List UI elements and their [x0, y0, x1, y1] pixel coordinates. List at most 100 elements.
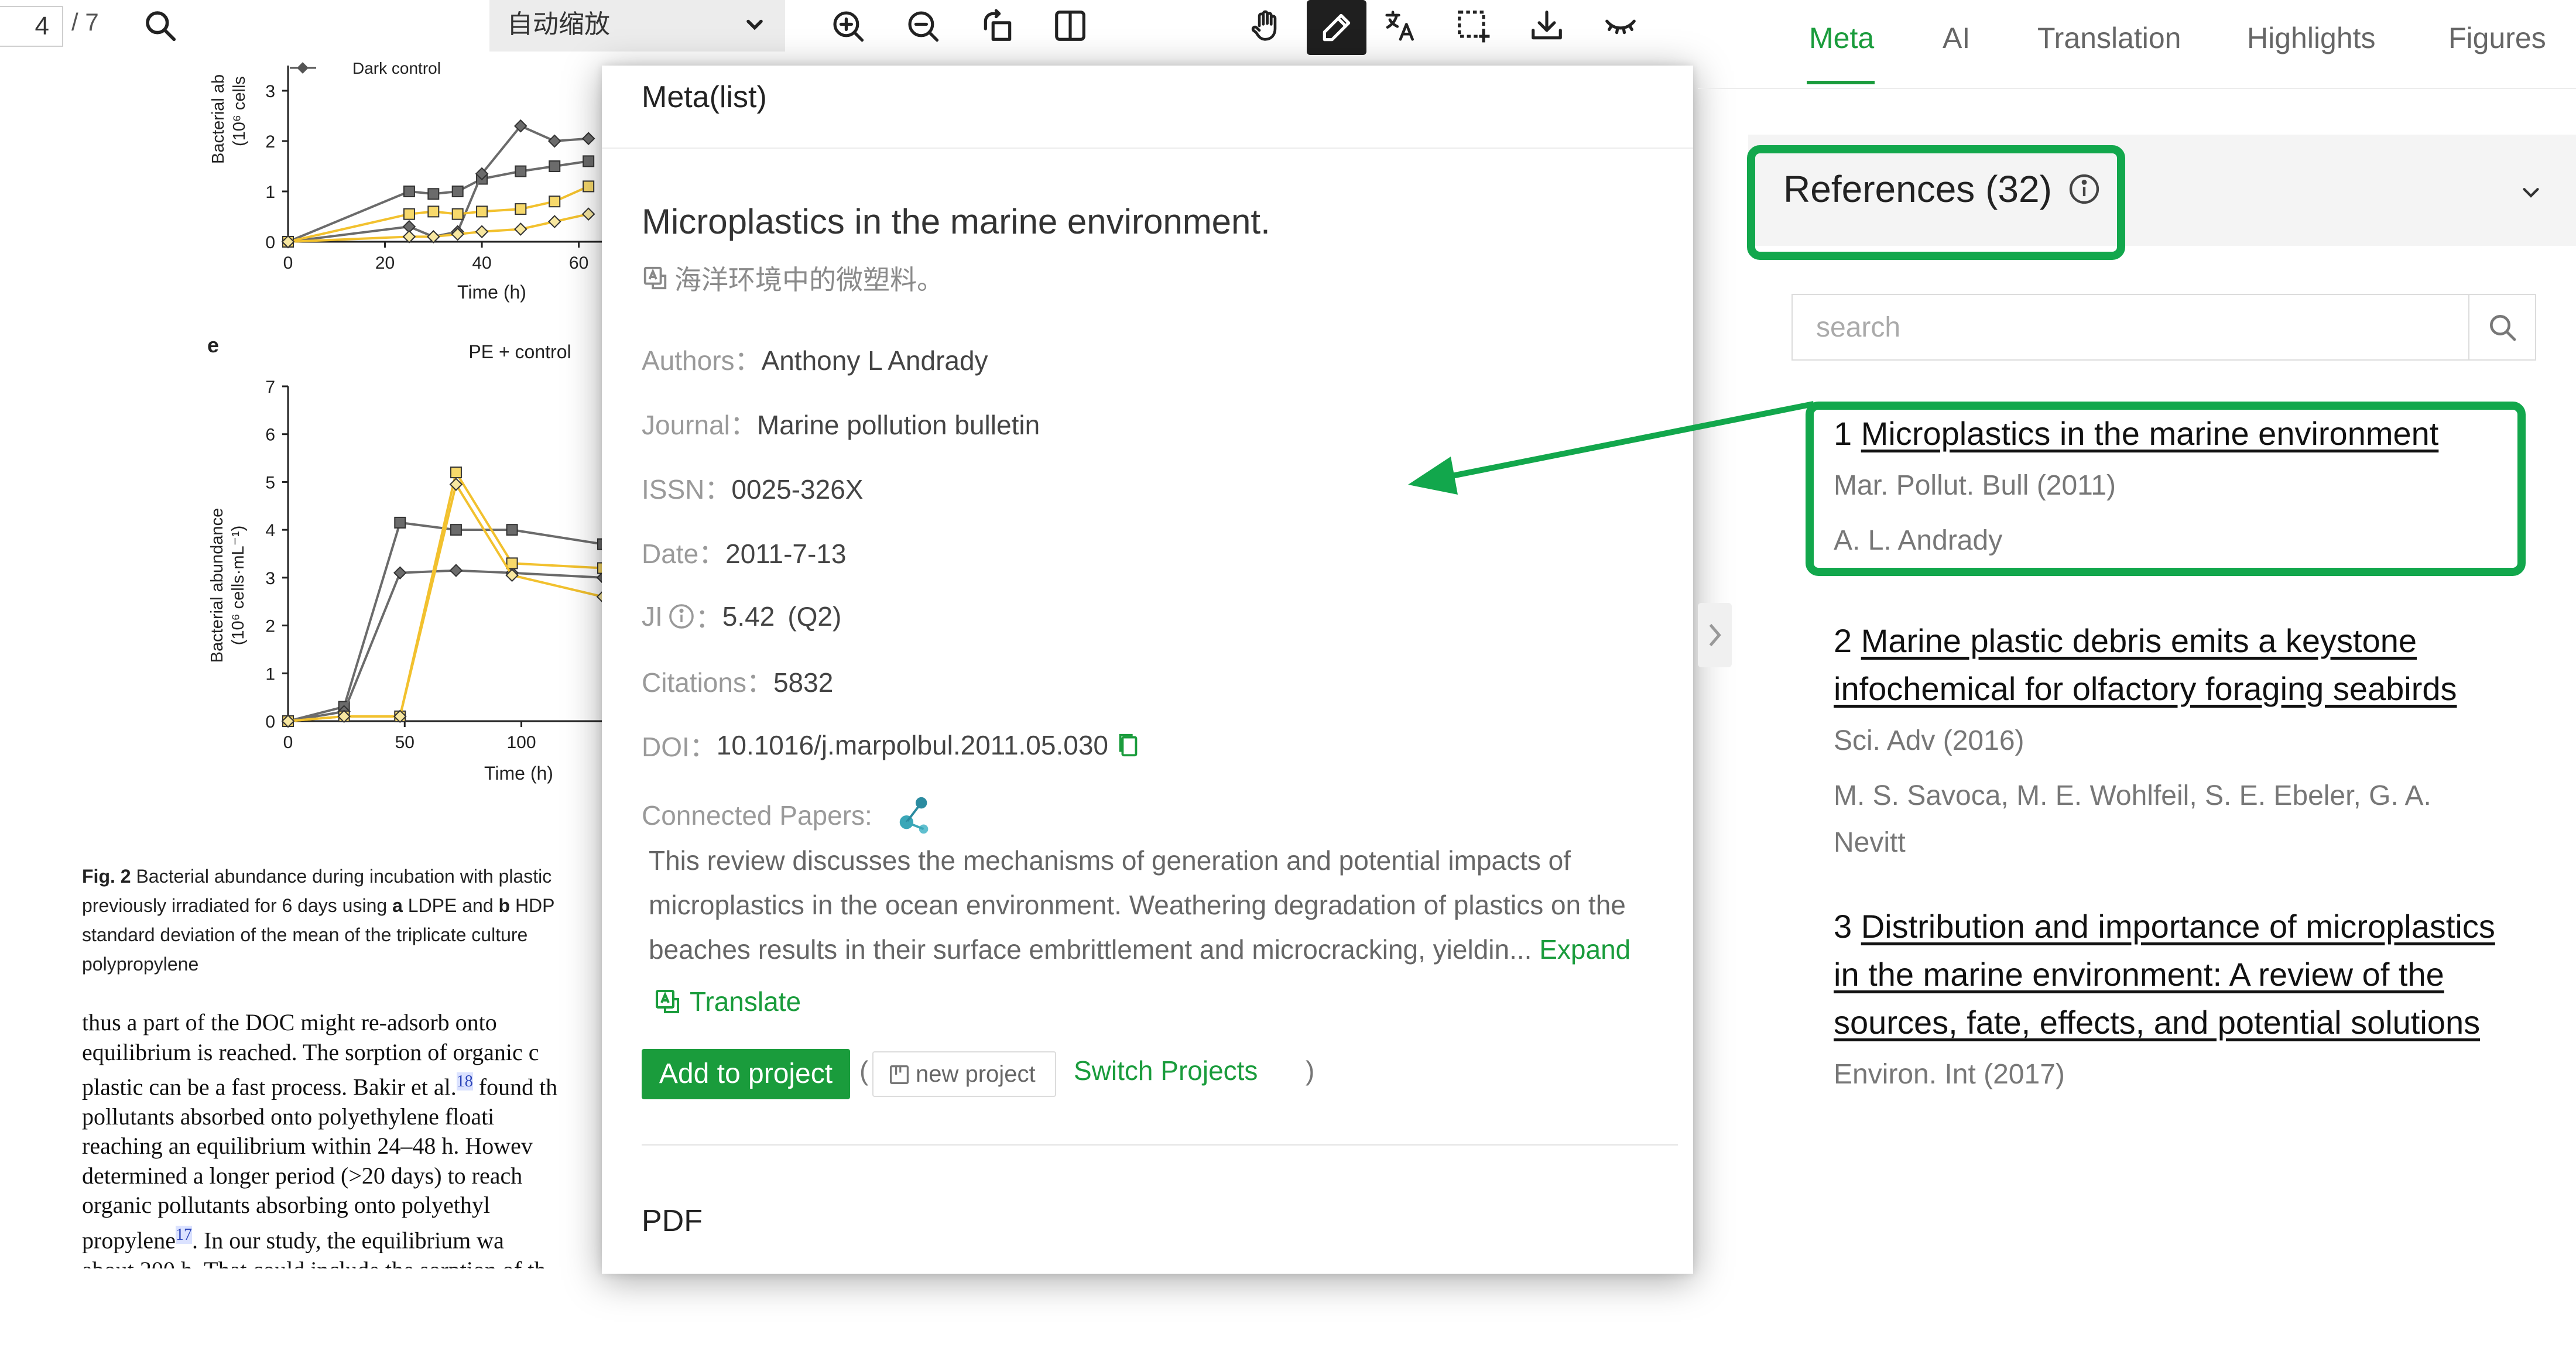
data-point: [449, 564, 463, 577]
x-tick-label: 100: [506, 733, 536, 752]
add-to-project-button[interactable]: Add to project: [642, 1049, 850, 1099]
abstract-text: This review discusses the mechanisms of …: [649, 845, 1626, 965]
active-tab-indicator: [1807, 81, 1875, 84]
caption-b: b: [498, 895, 511, 916]
x-tick-label: 20: [375, 253, 395, 273]
pdf-toolbar: 4 / 7 自动缩放: [0, 0, 1698, 59]
data-point: [475, 225, 489, 239]
y-axis-label-unit: (10⁶ cells: [230, 76, 249, 146]
doi-value[interactable]: 10.1016/j.marpolbul.2011.05.030: [717, 729, 1108, 761]
eye-closed-icon[interactable]: [1596, 1, 1645, 50]
tab-highlights[interactable]: Highlights: [2247, 21, 2376, 55]
data-point: [583, 155, 595, 167]
connected-papers-icon[interactable]: [896, 795, 933, 836]
data-point: [515, 203, 527, 215]
reference-link[interactable]: Marine plastic debris emits a keystone i…: [1834, 622, 2457, 707]
x-axis-label: Time (h): [457, 282, 526, 303]
data-point: [394, 516, 406, 529]
x-tick-label: 60: [569, 253, 588, 273]
popup-title: Meta(list): [642, 80, 767, 114]
authors-label: Authors：: [642, 345, 762, 376]
reference-number: 2: [1834, 622, 1852, 659]
data-point: [403, 208, 415, 220]
citation-link-18[interactable]: 18: [456, 1072, 473, 1090]
info-icon[interactable]: [667, 602, 696, 630]
zoom-select[interactable]: 自动缩放: [489, 0, 785, 52]
region-select-icon[interactable]: [1448, 1, 1498, 50]
legend-marker: [297, 62, 309, 74]
zoom-in-icon[interactable]: [823, 1, 872, 50]
citation-link-17[interactable]: 17: [175, 1225, 192, 1244]
date-row: Date：2011-7-13: [642, 533, 846, 571]
y-tick-label: 1: [265, 664, 275, 684]
pdf-section-title: PDF: [642, 1204, 703, 1238]
reference-title: 2 Marine plastic debris emits a keystone…: [1834, 617, 2507, 713]
title-translation-text: 海洋环境中的微塑料。: [674, 265, 944, 295]
chevron-down-icon[interactable]: [2517, 179, 2544, 206]
download-icon[interactable]: [1522, 1, 1571, 50]
data-point: [549, 160, 561, 172]
y-tick-label: 6: [265, 426, 275, 445]
hand-tool-icon[interactable]: [1242, 1, 1292, 50]
paren-close: ): [1306, 1055, 1315, 1086]
body-line: thus a part of the DOC might re-adsorb o…: [82, 1009, 497, 1035]
zoom-out-icon[interactable]: [898, 1, 947, 50]
copy-icon[interactable]: [1116, 732, 1140, 759]
body-line: plastic can be a fast process. Bakir et …: [82, 1067, 609, 1102]
project-icon: [889, 1065, 909, 1085]
data-point: [515, 165, 527, 177]
popup-header: Meta(list): [602, 66, 1693, 149]
page-total: / 7: [71, 8, 99, 36]
tab-translation[interactable]: Translation: [2037, 21, 2181, 55]
data-point: [583, 180, 595, 193]
body-line: about 200 h. That could include the sorp…: [82, 1256, 609, 1268]
tab-ai[interactable]: AI: [1943, 21, 1970, 55]
zoom-value: 自动缩放: [507, 10, 610, 39]
new-project-button[interactable]: new project: [872, 1051, 1056, 1097]
highlight-pen-icon[interactable]: [1307, 0, 1366, 55]
body-text-span: plastic can be a fast process. Bakir et …: [82, 1074, 457, 1100]
issn-value: 0025-326X: [731, 474, 864, 505]
series-line: [287, 160, 589, 243]
body-text-span: found th: [472, 1074, 558, 1100]
y-tick-label: 0: [265, 712, 275, 732]
body-line: pollutants absorbed onto polyethylene fl…: [82, 1103, 495, 1130]
chevron-right-icon: [1709, 623, 1721, 647]
chart-title: PE + control: [468, 341, 571, 362]
data-point: [451, 208, 464, 220]
chart-top-partial: Dark control Bacterial ab (10⁶ cells Tim…: [209, 59, 603, 303]
caption-text: Bacterial abundance during incubation wi…: [131, 866, 552, 887]
x-tick-label: 0: [283, 253, 293, 273]
rotate-icon[interactable]: [973, 1, 1022, 50]
y-tick-label: 0: [265, 233, 275, 252]
expand-link[interactable]: Expand: [1539, 934, 1630, 965]
issn-row: ISSN：0025-326X: [642, 468, 863, 507]
translate-button[interactable]: Translate: [653, 986, 801, 1017]
tab-meta[interactable]: Meta: [1809, 21, 1874, 55]
authors-row: Authors：Anthony L Andrady: [642, 340, 988, 378]
journal-value: Marine pollution bulletin: [756, 410, 1040, 440]
ji-row: JI ： 5.42 (Q2): [642, 597, 841, 636]
citations-row: Citations：5832: [642, 661, 833, 700]
authors-value: Anthony L Andrady: [761, 345, 988, 376]
split-view-icon[interactable]: [1046, 1, 1095, 50]
y-tick-label: 7: [265, 378, 275, 397]
chevron-down-icon: [746, 19, 763, 30]
switch-projects-link[interactable]: Switch Projects: [1074, 1055, 1258, 1086]
page-number-input[interactable]: 4: [0, 6, 63, 47]
body-text-span: . In our study, the equilibrium wa: [191, 1227, 504, 1254]
panel-collapse-handle[interactable]: [1698, 603, 1732, 667]
translate-icon[interactable]: [1376, 1, 1425, 50]
search-icon[interactable]: [136, 1, 185, 50]
data-point: [549, 196, 561, 208]
tab-figures[interactable]: Figures: [2448, 21, 2546, 55]
reference-link[interactable]: Distribution and importance of microplas…: [1834, 908, 2495, 1041]
data-point: [581, 207, 595, 221]
search-button[interactable]: [2468, 295, 2535, 359]
reference-number: 3: [1834, 908, 1852, 945]
data-point: [451, 186, 464, 197]
search-input[interactable]: [1793, 295, 2466, 359]
data-point: [547, 134, 561, 148]
issn-label: ISSN：: [642, 474, 732, 505]
title-translation: 海洋环境中的微塑料。: [642, 259, 944, 297]
